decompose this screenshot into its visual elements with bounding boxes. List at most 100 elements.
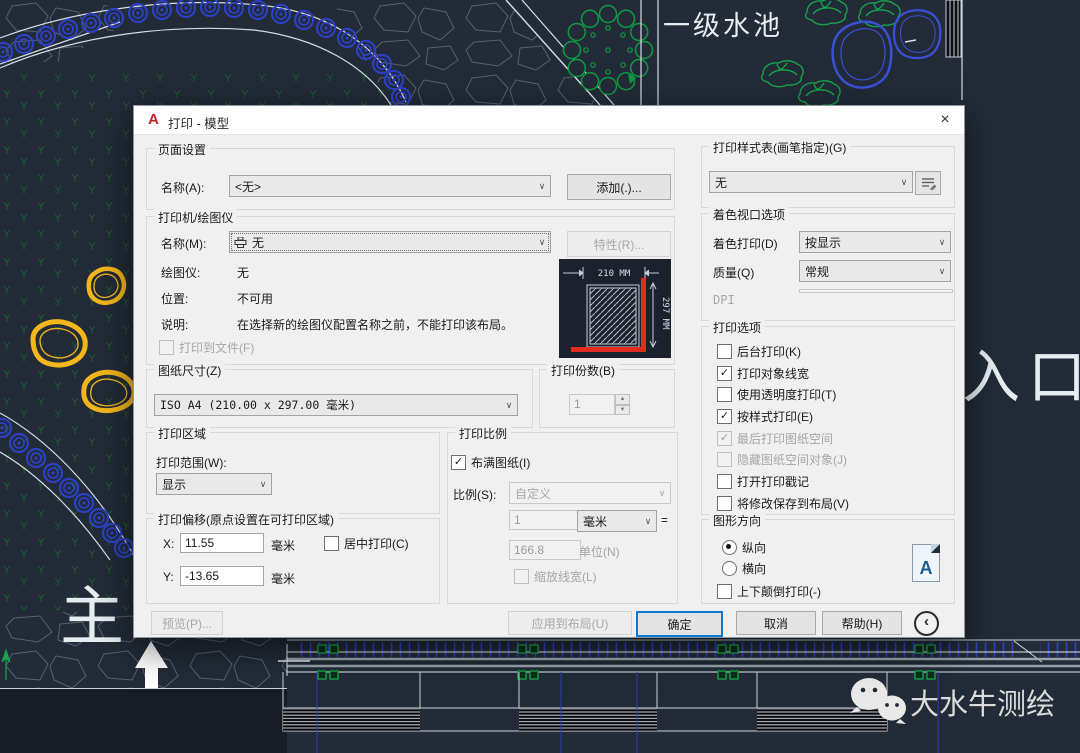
portrait-radio[interactable]: 纵向 xyxy=(722,539,766,556)
page-setup-name-value: <无> xyxy=(230,178,534,195)
printer-name-select[interactable]: 无 ∨ xyxy=(229,231,551,253)
checkbox-box: ✓ xyxy=(717,409,732,424)
dropdown-arrow-icon: ∨ xyxy=(896,177,912,188)
stepper-down-icon[interactable]: ▼ xyxy=(615,405,630,416)
option-hide-paperspace[interactable]: 隐藏图纸空间对象(J) xyxy=(717,451,847,468)
location-value: 不可用 xyxy=(237,290,273,307)
offset-y-unit: 毫米 xyxy=(271,570,295,587)
upside-down-checkbox[interactable]: 上下颠倒打印(-) xyxy=(717,583,821,600)
cancel-button[interactable]: 取消 xyxy=(736,611,816,635)
center-plot-checkbox[interactable]: 居中打印(C) xyxy=(324,535,409,552)
help-button[interactable]: 帮助(H) xyxy=(822,611,902,635)
less-options-button[interactable]: ‹ xyxy=(914,611,939,636)
checkbox-label: 隐藏图纸空间对象(J) xyxy=(737,451,847,468)
page-setup-name-label: 名称(A): xyxy=(161,179,204,196)
plot-range-value: 显示 xyxy=(157,476,255,493)
checkbox-box xyxy=(514,569,529,584)
dpi-input[interactable] xyxy=(799,289,953,293)
edit-plot-style-button[interactable] xyxy=(915,171,941,195)
plot-to-file-checkbox[interactable]: 打印到文件(F) xyxy=(159,339,254,356)
checkbox-label: 缩放线宽(L) xyxy=(534,568,597,585)
check-icon: ✓ xyxy=(720,432,729,444)
main-gate-label: 主 xyxy=(60,566,124,658)
scale-unit-select[interactable]: 毫米 ∨ xyxy=(577,510,657,532)
plot-style-select[interactable]: 无 ∨ xyxy=(709,171,913,193)
offset-y-input[interactable]: -13.65 xyxy=(180,566,264,586)
quality-select[interactable]: 常规 ∨ xyxy=(799,260,951,282)
dropdown-arrow-icon: ∨ xyxy=(654,488,670,499)
watermark-text: 大水牛测绘 xyxy=(910,681,1055,723)
dropdown-arrow-icon: ∨ xyxy=(534,181,550,192)
group-legend: 着色视口选项 xyxy=(709,206,789,223)
paper-size-value: ISO A4 (210.00 x 297.00 毫米) xyxy=(155,397,501,413)
checkbox-label: 居中打印(C) xyxy=(344,535,409,552)
scale-mm-input[interactable]: 1 xyxy=(509,510,581,530)
plot-range-label: 打印范围(W): xyxy=(156,454,227,471)
checkbox-box: ✓ xyxy=(451,455,466,470)
paper-preview-thumbnail: 210 MM 297 MM xyxy=(559,259,671,358)
checkbox-label: 打印对象线宽 xyxy=(737,365,809,382)
group-plot-offset: 打印偏移(原点设置在可打印区域) xyxy=(146,518,440,604)
option-paperspace-last[interactable]: ✓ 最后打印图纸空间 xyxy=(717,430,833,447)
printer-name-value: 无 xyxy=(247,234,534,251)
paper-letter: A xyxy=(913,558,939,579)
shade-plot-select[interactable]: 按显示 ∨ xyxy=(799,231,951,253)
checkbox-box xyxy=(717,344,732,359)
scale-lineweights-checkbox[interactable]: 缩放线宽(L) xyxy=(514,568,597,585)
radio-label: 纵向 xyxy=(742,539,766,556)
option-plot-lineweights[interactable]: ✓ 打印对象线宽 xyxy=(717,365,809,382)
plot-style-value: 无 xyxy=(710,174,896,191)
option-background-plot[interactable]: 后台打印(K) xyxy=(717,343,801,360)
dropdown-arrow-icon: ∨ xyxy=(534,237,550,248)
scale-select[interactable]: 自定义 ∨ xyxy=(509,482,671,504)
checkbox-label: 使用透明度打印(T) xyxy=(737,386,836,403)
offset-x-label: X: xyxy=(163,537,174,551)
description-label: 说明: xyxy=(161,316,188,333)
option-plot-transparency[interactable]: 使用透明度打印(T) xyxy=(717,386,836,403)
checkbox-box xyxy=(159,340,174,355)
page-setup-name-select[interactable]: <无> ∨ xyxy=(229,175,551,197)
landscape-radio[interactable]: 横向 xyxy=(722,560,766,577)
offset-y-label: Y: xyxy=(163,570,174,584)
printer-name-label: 名称(M): xyxy=(161,235,206,252)
offset-x-unit: 毫米 xyxy=(271,537,295,554)
preview-button[interactable]: 预览(P)... xyxy=(151,611,223,635)
plotter-value: 无 xyxy=(237,264,249,281)
radio-label: 横向 xyxy=(742,560,766,577)
group-legend: 打印份数(B) xyxy=(547,362,619,379)
plot-range-select[interactable]: 显示 ∨ xyxy=(156,473,272,495)
option-plot-with-styles[interactable]: ✓ 按样式打印(E) xyxy=(717,408,813,425)
dpi-label: DPI xyxy=(713,293,735,307)
stepper-up-icon[interactable]: ▲ xyxy=(615,394,630,405)
offset-x-input[interactable]: 11.55 xyxy=(180,533,264,553)
check-icon: ✓ xyxy=(720,410,729,422)
scale-units-input[interactable]: 166.8 xyxy=(509,540,581,560)
checkbox-box xyxy=(717,387,732,402)
copies-stepper[interactable]: 1 ▲ ▼ xyxy=(569,394,630,415)
checkbox-box xyxy=(717,584,732,599)
checkbox-label: 将修改保存到布局(V) xyxy=(737,495,849,512)
dialog-titlebar[interactable]: A 打印 - 模型 × xyxy=(134,106,964,135)
checkbox-box xyxy=(717,474,732,489)
dropdown-arrow-icon: ∨ xyxy=(255,479,271,490)
properties-button[interactable]: 特性(R)... xyxy=(567,231,671,257)
option-plot-stamp[interactable]: 打开打印戳记 xyxy=(717,473,809,490)
pool-label: 一级水池 xyxy=(663,4,783,43)
shade-plot-value: 按显示 xyxy=(800,234,934,251)
scale-value: 自定义 xyxy=(510,485,654,502)
ok-button[interactable]: 确定 xyxy=(636,611,723,637)
option-save-changes[interactable]: 将修改保存到布局(V) xyxy=(717,495,849,512)
group-legend: 打印选项 xyxy=(709,319,765,336)
paper-size-select[interactable]: ISO A4 (210.00 x 297.00 毫米) ∨ xyxy=(154,394,518,416)
close-icon[interactable]: × xyxy=(935,110,955,130)
group-legend: 页面设置 xyxy=(154,141,210,158)
checkbox-label: 打开打印戳记 xyxy=(737,473,809,490)
dialog-title: 打印 - 模型 xyxy=(168,113,229,132)
description-value: 在选择新的绘图仪配置名称之前，不能打印该布局。 xyxy=(237,316,513,333)
checkbox-label: 按样式打印(E) xyxy=(737,408,813,425)
fit-to-paper-checkbox[interactable]: ✓ 布满图纸(I) xyxy=(451,454,530,471)
location-label: 位置: xyxy=(161,290,188,307)
add-button[interactable]: 添加(.)... xyxy=(567,174,671,200)
apply-to-layout-button[interactable]: 应用到布局(U) xyxy=(508,611,632,635)
group-legend: 打印机/绘图仪 xyxy=(154,209,237,226)
